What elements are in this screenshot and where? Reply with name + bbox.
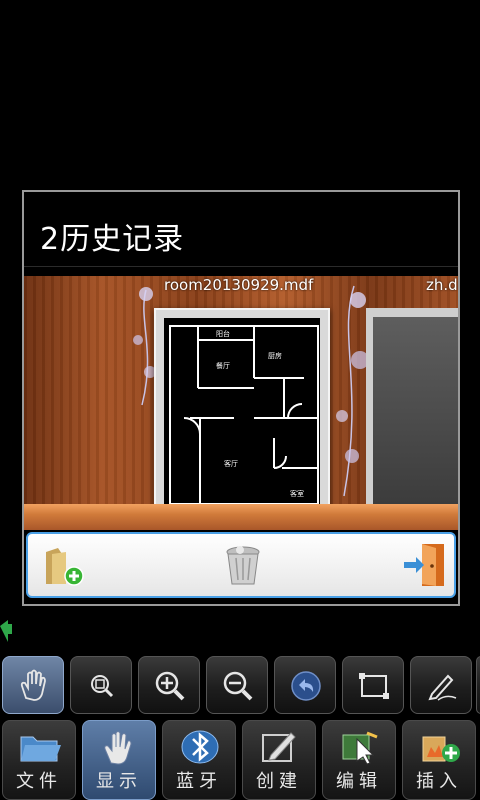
floor-plan-thumbnail-icon: 阳台 厨房 餐厅 客厅 客室: [169, 325, 319, 505]
menu-file-button[interactable]: 文件: [2, 720, 76, 800]
green-arrow-icon: [0, 620, 12, 642]
zoom-fit-button[interactable]: [70, 656, 132, 714]
pen-draw-icon: [428, 674, 457, 701]
undo-icon: [291, 671, 321, 701]
svg-text:厨房: 厨房: [268, 351, 282, 360]
menu-label: 显示: [96, 771, 142, 792]
hand-display-icon: [104, 731, 132, 765]
rectangle-select-icon: [359, 673, 389, 699]
menu-create-button[interactable]: 创建: [242, 720, 316, 800]
menu-bluetooth-button[interactable]: 蓝牙: [162, 720, 236, 800]
view-toolbar: [0, 656, 480, 718]
svg-text:客厅: 客厅: [224, 459, 238, 468]
menu-insert-button[interactable]: 插入: [402, 720, 476, 800]
create-edit-icon: [262, 732, 296, 762]
menu-display-button[interactable]: 显示: [82, 720, 156, 800]
menu-label: 编辑: [336, 771, 382, 792]
toolbar-overflow-edge: [476, 656, 480, 714]
file-name-label: room20130929.mdf: [164, 276, 314, 294]
svg-text:阳台: 阳台: [216, 329, 230, 338]
zoom-fit-icon: [91, 675, 114, 698]
file-name-label: zh.d: [426, 276, 458, 294]
main-menu-bar: 文件 显示 蓝牙 创建 编辑 插入: [0, 720, 480, 800]
edit-cursor-icon: [342, 731, 378, 765]
title-divider: [24, 266, 458, 267]
undo-button[interactable]: [274, 656, 336, 714]
svg-text:餐厅: 餐厅: [216, 361, 230, 370]
zoom-out-icon: [223, 671, 253, 701]
zoom-out-button[interactable]: [206, 656, 268, 714]
file-folder-icon: [20, 736, 61, 762]
shelf-floor: [24, 504, 458, 530]
bluetooth-icon: [181, 730, 219, 764]
svg-text:客室: 客室: [290, 489, 304, 498]
menu-label: 插入: [416, 771, 462, 792]
hand-pan-icon: [20, 669, 46, 701]
zoom-in-icon: [155, 671, 185, 701]
rectangle-select-button[interactable]: [342, 656, 404, 714]
dialog-title: 2历史记录: [40, 222, 185, 257]
add-folder-icon[interactable]: [38, 540, 88, 590]
menu-label: 蓝牙: [176, 771, 222, 792]
file-action-bar: [26, 532, 456, 598]
trash-icon[interactable]: [218, 540, 268, 590]
exit-door-icon[interactable]: [400, 540, 450, 590]
menu-edit-button[interactable]: 编辑: [322, 720, 396, 800]
menu-label: 文件: [16, 771, 62, 792]
file-thumbnail-zh[interactable]: [366, 308, 458, 514]
file-shelf: room20130929.mdf zh.d 阳台 厨房 餐厅 客厅 客室: [24, 276, 458, 530]
pen-draw-button[interactable]: [410, 656, 472, 714]
menu-label: 创建: [256, 771, 302, 792]
file-thumbnail-room[interactable]: 阳台 厨房 餐厅 客厅 客室: [154, 308, 330, 514]
insert-add-icon: [422, 736, 460, 762]
pan-tool-button[interactable]: [2, 656, 64, 714]
zoom-in-button[interactable]: [138, 656, 200, 714]
history-dialog: 2历史记录 room20130929.mdf zh.d 阳台 厨房 餐厅 客厅 …: [22, 190, 460, 606]
